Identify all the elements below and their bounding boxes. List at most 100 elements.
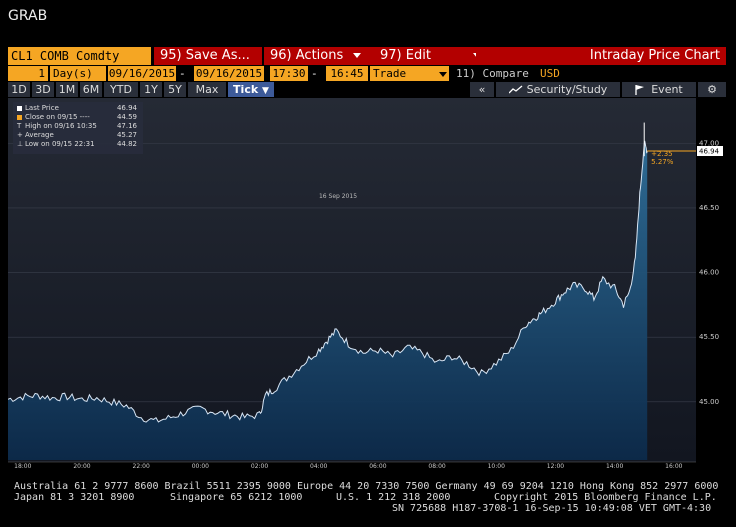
x-tick-label: 22:00 xyxy=(133,463,150,468)
edit-label: Edit xyxy=(405,48,431,63)
actions-label: Actions xyxy=(295,48,344,63)
legend-value: 44.82 xyxy=(116,140,137,148)
currency-select[interactable]: USD xyxy=(540,66,560,81)
settings-button[interactable]: ⚙ xyxy=(698,82,726,97)
legend-label: Close on 09/15 ---- xyxy=(25,113,90,121)
page-title: Intraday Price Chart xyxy=(476,47,726,65)
edit-code: 97) xyxy=(380,48,402,63)
footer-singapore: Singapore 65 6212 1000 xyxy=(170,492,303,503)
chart-legend: Last Price 46.94 Close on 09/15 ---- 44.5… xyxy=(13,102,143,154)
legend-label: Last Price xyxy=(25,104,59,112)
line-chart-icon xyxy=(508,85,523,94)
low-marker-icon: ⊥ xyxy=(17,140,24,148)
days-input[interactable]: 1 xyxy=(8,66,48,81)
event-label: Event xyxy=(651,83,683,96)
security-study-button[interactable]: Security/Study xyxy=(496,82,620,97)
compare-label: Compare xyxy=(482,67,529,80)
change-abs-label: +2.35 xyxy=(651,150,672,158)
event-button[interactable]: Event xyxy=(622,82,696,97)
period-1d[interactable]: 1D xyxy=(8,82,30,97)
ticker-field[interactable]: CL1 COMB Comdty xyxy=(8,47,151,65)
legend-close: Close on 09/15 ---- 44.59 xyxy=(17,113,139,122)
window-title: GRAB xyxy=(8,8,48,24)
x-tick-label: 18:00 xyxy=(14,463,31,468)
start-time-input[interactable]: 17:30 xyxy=(270,66,308,81)
period-3d[interactable]: 3D xyxy=(32,82,54,97)
end-time-input[interactable]: 16:45 xyxy=(326,66,368,81)
y-axis: 45.0045.5046.0046.5047.00 xyxy=(699,139,719,406)
chevron-down-icon xyxy=(439,71,447,77)
footer-us: U.S. 1 212 318 2000 xyxy=(336,492,451,503)
actions-button[interactable]: 96) Actions xyxy=(264,47,374,65)
time-separator: - xyxy=(311,67,318,80)
days-unit-select[interactable]: Day(s) xyxy=(50,66,106,81)
average-marker-icon: + xyxy=(17,131,23,139)
x-tick-label: 06:00 xyxy=(369,463,386,468)
high-marker-icon: T xyxy=(17,122,22,130)
security-study-label: Security/Study xyxy=(526,83,608,96)
legend-low: ⊥ Low on 09/15 22:31 44.82 xyxy=(17,140,139,149)
x-tick-label: 08:00 xyxy=(428,463,445,468)
footer-sn-line: SN 725688 H187-3708-1 16-Sep-15 10:49:08… xyxy=(392,503,712,514)
field-select[interactable]: Trade xyxy=(370,66,438,81)
legend-high: T High on 09/16 10:35 47.16 xyxy=(17,122,139,131)
field-dropdown[interactable] xyxy=(438,66,449,81)
actions-code: 96) xyxy=(270,48,292,63)
start-date-input[interactable]: 09/16/2015 xyxy=(108,66,176,81)
edit-button[interactable]: 97) Edit xyxy=(374,47,482,65)
legend-last-price: Last Price 46.94 xyxy=(17,104,139,113)
dropdown-arrow-icon xyxy=(353,53,362,58)
last-price-value: 46.94 xyxy=(699,148,720,156)
footer-japan: Japan 81 3 3201 8900 xyxy=(14,492,135,503)
footer-copyright: Copyright 2015 Bloomberg Finance L.P. xyxy=(494,492,717,503)
date-controls: 1 Day(s) 09/16/2015 - 09/16/2015 17:30 -… xyxy=(8,65,726,82)
period-ytd[interactable]: YTD xyxy=(104,82,138,97)
x-tick-label: 16:00 xyxy=(665,463,682,468)
tick-label: Tick xyxy=(233,83,259,96)
legend-average: + Average 45.27 xyxy=(17,131,139,140)
end-date-input[interactable]: 09/16/2015 xyxy=(194,66,264,81)
date-separator: - xyxy=(179,67,186,80)
x-tick-label: 14:00 xyxy=(606,463,623,468)
y-tick-label: 45.00 xyxy=(699,398,719,406)
period-max[interactable]: Max xyxy=(188,82,226,97)
legend-swatch xyxy=(17,114,22,120)
save-code: 95) xyxy=(160,48,182,63)
x-tick-label: 02:00 xyxy=(251,463,268,468)
date-label: 16 Sep 2015 xyxy=(319,193,357,200)
gear-icon: ⚙ xyxy=(707,83,717,96)
triangle-down-icon: ▼ xyxy=(262,86,269,96)
compare-button[interactable]: 11) Compare xyxy=(456,66,529,81)
period-6m[interactable]: 6M xyxy=(80,82,102,97)
y-tick-label: 45.50 xyxy=(699,333,719,341)
x-axis: 18:00 20:00 22:00 00:00 02:00 04:00 06:00 08:00… xyxy=(8,461,696,470)
toolbar: CL1 COMB Comdty 95) Save As... 96) Actio… xyxy=(8,47,726,65)
flag-icon xyxy=(635,85,645,95)
x-tick-label: 00:00 xyxy=(192,463,209,468)
legend-value: 47.16 xyxy=(116,122,137,130)
y-tick-label: 46.00 xyxy=(699,269,719,277)
legend-label: High on 09/16 10:35 xyxy=(25,122,97,130)
period-5y[interactable]: 5Y xyxy=(164,82,186,97)
legend-label: Low on 09/15 22:31 xyxy=(25,140,95,148)
change-pct-label: 5.27% xyxy=(651,158,674,166)
x-tick-label: 12:00 xyxy=(547,463,564,468)
legend-value: 44.59 xyxy=(116,113,137,121)
footer-phones-line1: Australia 61 2 9777 8600 Brazil 5511 239… xyxy=(14,481,719,492)
x-tick-label: 20:00 xyxy=(73,463,90,468)
compare-code: 11) xyxy=(456,67,476,80)
collapse-button[interactable]: « xyxy=(470,82,494,97)
legend-swatch xyxy=(17,105,22,111)
legend-value: 46.94 xyxy=(116,104,137,112)
y-tick-label: 46.50 xyxy=(699,204,719,212)
period-1m[interactable]: 1M xyxy=(56,82,78,97)
period-1y[interactable]: 1Y xyxy=(140,82,162,97)
period-bar: 1D 3D 1M 6M YTD 1Y 5Y Max Tick ▼ « Secur… xyxy=(8,82,726,98)
legend-value: 45.27 xyxy=(116,131,137,139)
save-as-button[interactable]: 95) Save As... xyxy=(154,47,262,65)
x-tick-label: 04:00 xyxy=(310,463,327,468)
tick-select[interactable]: Tick ▼ xyxy=(228,82,274,97)
legend-label: Average xyxy=(25,131,54,139)
save-label: Save As... xyxy=(185,48,250,63)
x-tick-label: 10:00 xyxy=(488,463,505,468)
